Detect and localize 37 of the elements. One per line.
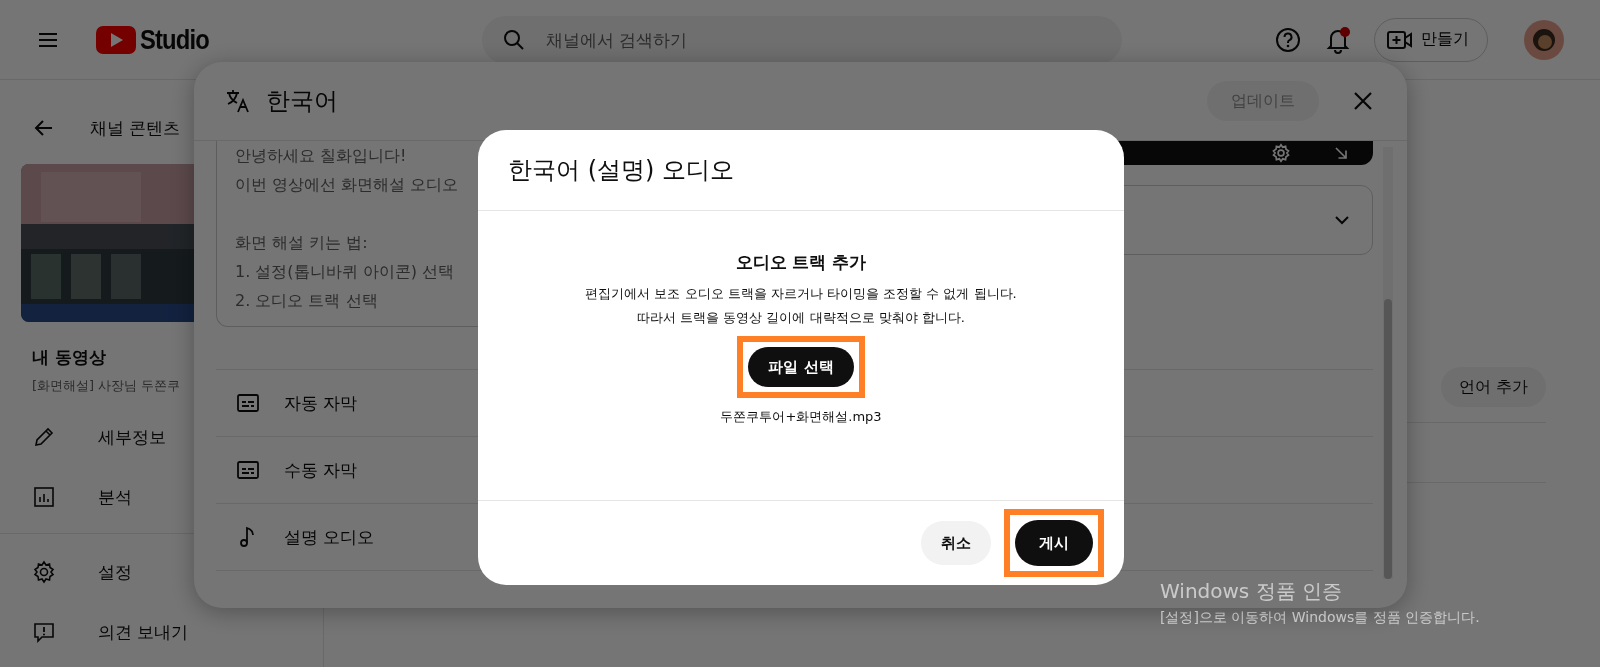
subtitles-icon (236, 458, 260, 482)
scrollbar[interactable] (1383, 147, 1393, 579)
translate-icon (224, 87, 252, 115)
activation-title: Windows 정품 인증 (1160, 578, 1343, 605)
panel-title: 한국어 (266, 86, 338, 117)
search-icon (502, 27, 526, 52)
settings-icon (32, 560, 56, 584)
add-language-button[interactable]: 언어 추가 (1440, 367, 1546, 407)
dialog-title: 한국어 (설명) 오디오 (478, 130, 1124, 211)
sidebar-item[interactable]: 분석 (0, 467, 138, 527)
pencil-icon (32, 425, 56, 449)
notification-icon[interactable] (1324, 25, 1352, 54)
logo[interactable]: Studio (96, 23, 222, 56)
help-icon[interactable] (1274, 25, 1302, 54)
section-title: 내 동영상 (32, 346, 107, 369)
dialog-heading: 오디오 트랙 추가 (735, 251, 867, 274)
subtitles-icon (236, 391, 260, 415)
search-field[interactable]: 채널에서 검색하기 (482, 15, 1122, 64)
publish-button[interactable]: 게시 (1015, 520, 1093, 566)
analytics-icon (32, 485, 56, 509)
feedback-icon (32, 620, 56, 644)
cancel-button[interactable]: 취소 (921, 521, 991, 565)
search-input[interactable]: 채널에서 검색하기 (544, 28, 1102, 51)
create-button[interactable]: 만들기 (1374, 17, 1488, 62)
dialog-text: 따라서 트랙을 동영상 길이에 대략적으로 맞춰야 합니다. (637, 309, 965, 327)
activation-message: [설정]으로 이동하여 Windows를 정품 인증합니다. (1160, 609, 1480, 627)
dialog-text: 편집기에서 보조 오디오 트랙을 자르거나 타이밍을 조정할 수 없게 됩니다. (585, 285, 1017, 303)
sidebar-item[interactable]: 의견 보내기 (0, 602, 195, 662)
video-plus-icon (1387, 28, 1413, 51)
video-title: [화면해설] 사장님 두쫀쿠 (32, 377, 182, 395)
settings-icon[interactable] (1271, 143, 1291, 163)
sidebar-item[interactable]: 설정 (0, 542, 138, 602)
back-link[interactable]: 채널 콘텐츠 (90, 116, 181, 140)
file-name: 두쫀쿠투어+화면해설.mp3 (720, 408, 882, 426)
avatar-icon[interactable] (1524, 19, 1564, 60)
choose-file-button[interactable]: 파일 선택 (748, 347, 854, 387)
sidebar-item[interactable]: 세부정보 (0, 407, 172, 467)
